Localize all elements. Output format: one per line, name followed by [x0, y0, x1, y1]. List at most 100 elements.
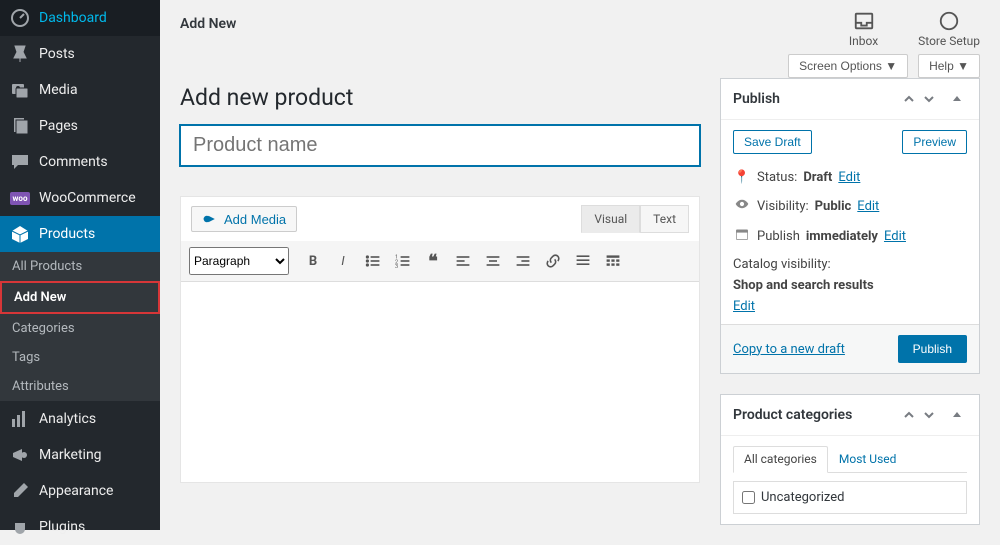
circle-icon: [938, 10, 960, 32]
list-ul-icon: [365, 253, 381, 269]
sidebar-label: Pages: [39, 118, 78, 134]
category-checkbox[interactable]: [742, 491, 755, 504]
edit-visibility-link[interactable]: Edit: [857, 199, 879, 214]
toggle-panel-button[interactable]: [947, 89, 967, 109]
media-icon: [10, 80, 30, 100]
status-value: Draft: [803, 170, 832, 185]
sidebar-label: Analytics: [39, 411, 96, 427]
svg-text:3: 3: [395, 264, 398, 269]
sidebar-label: Marketing: [39, 447, 102, 463]
number-list-button[interactable]: 123: [389, 247, 417, 275]
quote-button[interactable]: ❝: [419, 247, 447, 275]
move-up-button[interactable]: [899, 89, 919, 109]
submenu-all-products[interactable]: All Products: [0, 252, 160, 281]
triangle-up-icon: [952, 410, 962, 420]
sidebar-item-dashboard[interactable]: Dashboard: [0, 0, 160, 36]
inbox-button[interactable]: Inbox: [849, 10, 878, 48]
toolbar-toggle-button[interactable]: [599, 247, 627, 275]
chevron-up-icon: [903, 409, 915, 421]
align-left-button[interactable]: [449, 247, 477, 275]
top-bar: Add New Inbox Store Setup: [160, 0, 1000, 48]
categories-heading: Product categories: [733, 407, 899, 423]
triangle-up-icon: [952, 94, 962, 104]
publish-label: Publish: [757, 229, 800, 244]
edit-publish-date-link[interactable]: Edit: [884, 229, 906, 244]
sidebar-label: Comments: [39, 154, 108, 170]
move-up-button[interactable]: [899, 405, 919, 425]
sidebar-item-comments[interactable]: Comments: [0, 144, 160, 180]
visibility-value: Public: [815, 199, 852, 214]
calendar-icon: [733, 227, 751, 245]
publish-heading: Publish: [733, 91, 899, 107]
chevron-up-icon: [903, 93, 915, 105]
cat-tab-most-used[interactable]: Most Used: [828, 446, 908, 472]
products-icon: [10, 224, 30, 244]
edit-catalog-link[interactable]: Edit: [733, 299, 755, 314]
category-list: Uncategorized: [733, 481, 967, 514]
insert-more-icon: [575, 253, 591, 269]
submenu-add-new[interactable]: Add New: [0, 281, 160, 314]
editor-tab-text[interactable]: Text: [640, 205, 689, 233]
category-item[interactable]: Uncategorized: [742, 490, 958, 505]
woo-icon: woo: [10, 188, 30, 208]
bold-button[interactable]: B: [299, 247, 327, 275]
publish-button[interactable]: Publish: [898, 335, 967, 363]
editor-tab-visual[interactable]: Visual: [581, 205, 640, 233]
sidebar-label: Appearance: [39, 483, 113, 499]
chevron-down-icon: [923, 93, 935, 105]
bullet-list-button[interactable]: [359, 247, 387, 275]
link-button[interactable]: [539, 247, 567, 275]
save-draft-button[interactable]: Save Draft: [733, 130, 812, 154]
megaphone-icon: [10, 445, 30, 465]
page-title-small: Add New: [180, 10, 236, 32]
media-icon: [202, 211, 218, 227]
preview-button[interactable]: Preview: [902, 130, 967, 154]
align-right-button[interactable]: [509, 247, 537, 275]
add-media-button[interactable]: Add Media: [191, 206, 297, 232]
category-label: Uncategorized: [761, 490, 844, 505]
page-heading: Add new product: [180, 84, 700, 111]
format-select[interactable]: Paragraph: [189, 247, 289, 275]
comment-icon: [10, 152, 30, 172]
sidebar-item-marketing[interactable]: Marketing: [0, 437, 160, 473]
link-icon: [545, 253, 561, 269]
sidebar-item-plugins[interactable]: Plugins: [0, 509, 160, 545]
sidebar-item-posts[interactable]: Posts: [0, 36, 160, 72]
plug-icon: [10, 517, 30, 537]
store-setup-button[interactable]: Store Setup: [918, 10, 980, 48]
sidebar-item-appearance[interactable]: Appearance: [0, 473, 160, 509]
sidebar-item-analytics[interactable]: Analytics: [0, 401, 160, 437]
more-button[interactable]: [569, 247, 597, 275]
status-label: Status:: [757, 170, 797, 185]
sidebar-item-media[interactable]: Media: [0, 72, 160, 108]
submenu-attributes[interactable]: Attributes: [0, 372, 160, 401]
store-setup-label: Store Setup: [918, 34, 980, 48]
sidebar-label: Media: [39, 82, 78, 98]
analytics-icon: [10, 409, 30, 429]
publish-metabox: Publish Save Draft Preview 📍 Status: Dra…: [720, 78, 980, 374]
dashboard-icon: [10, 8, 30, 28]
italic-button[interactable]: I: [329, 247, 357, 275]
screen-options-button[interactable]: Screen Options ▼: [788, 54, 908, 78]
move-down-button[interactable]: [919, 89, 939, 109]
toggle-panel-button[interactable]: [947, 405, 967, 425]
sidebar-item-products[interactable]: Products: [0, 216, 160, 252]
brush-icon: [10, 481, 30, 501]
product-title-input[interactable]: [180, 125, 700, 166]
chevron-down-icon: [923, 409, 935, 421]
sidebar-label: Plugins: [39, 519, 85, 535]
sidebar-label: Products: [39, 226, 95, 242]
align-center-button[interactable]: [479, 247, 507, 275]
help-button[interactable]: Help ▼: [918, 54, 980, 78]
submenu-categories[interactable]: Categories: [0, 314, 160, 343]
edit-status-link[interactable]: Edit: [838, 170, 860, 185]
editor-canvas[interactable]: [181, 282, 699, 482]
submenu-tags[interactable]: Tags: [0, 343, 160, 372]
sidebar-item-pages[interactable]: Pages: [0, 108, 160, 144]
cat-tab-all[interactable]: All categories: [733, 446, 828, 473]
copy-draft-link[interactable]: Copy to a new draft: [733, 342, 845, 357]
list-ol-icon: 123: [395, 253, 411, 269]
sidebar-item-woocommerce[interactable]: woo WooCommerce: [0, 180, 160, 216]
move-down-button[interactable]: [919, 405, 939, 425]
sidebar-submenu: All Products Add New Categories Tags Att…: [0, 252, 160, 401]
